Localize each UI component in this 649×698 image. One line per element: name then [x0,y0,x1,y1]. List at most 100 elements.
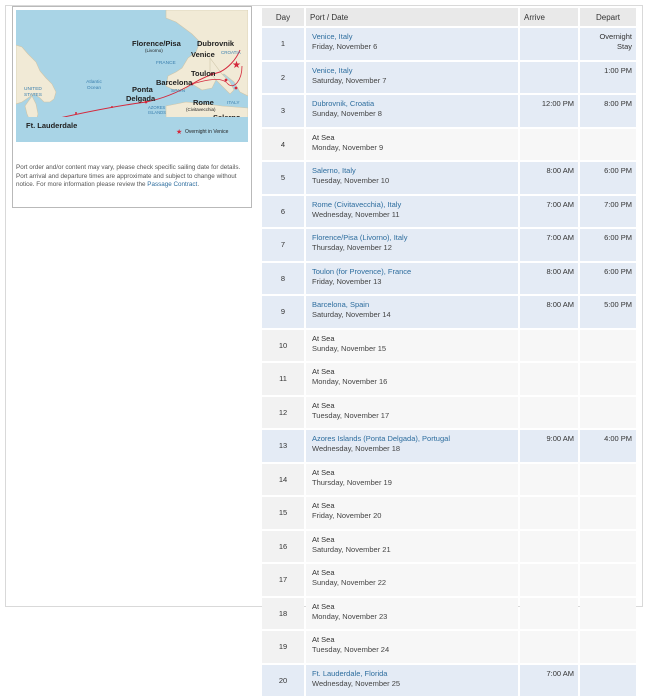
map-label-livorno: (Livorno) [145,48,163,53]
depart-time: 8:00 PM [604,99,632,108]
port-date: Saturday, November 7 [312,75,387,85]
port-link[interactable]: Salerno, Italy [312,166,513,176]
row-depart: 7:00 PM [580,195,636,227]
port-date: Thursday, November 12 [312,243,392,252]
port-date: Saturday, November 21 [312,544,391,554]
row-day: 20 [262,664,304,696]
table-header-row: Day Port / Date Arrive Depart [262,8,636,26]
table-row: 5 Salerno, Italy Tuesday, November 10 8:00 … [262,162,636,194]
table-row: 11 At Sea Monday, November 16 [262,363,636,395]
port-date: Saturday, November 14 [312,310,391,319]
row-day: 5 [262,162,304,194]
map-label-italy: ITALY [227,101,240,106]
row-day: 13 [262,430,304,462]
depart-time: 6:00 PM [604,266,632,276]
table-row: 8 Toulon (for Provence), France Friday, No… [262,262,636,294]
header-day: Day [262,8,304,26]
map-label-rome: Rome [193,98,214,107]
row-port-date: At Sea Friday, November 20 [306,497,518,529]
row-arrive [520,497,578,529]
itinerary-map-panel: ★ Florence/Pisa (Livorno) Dubrovnik Veni… [12,6,252,208]
row-port-date: At Sea Sunday, November 22 [306,564,518,596]
map-legend-star-icon: ★ [176,129,183,136]
table-row: 9 Barcelona, Spain Saturday, November 14 8:… [262,296,636,328]
port-date: Tuesday, November 24 [312,645,390,654]
row-arrive [520,530,578,562]
row-day: 10 [262,329,304,361]
itinerary-table: Day Port / Date Arrive Depart 1 Venice, I… [260,6,638,698]
row-arrive: 7:00 AM [520,195,578,227]
table-row: 14 At Sea Thursday, November 19 [262,463,636,495]
table-row: 12 At Sea Tuesday, November 17 [262,396,636,428]
table-row: 7 Florence/Pisa (Livorno), Italy Thursday,… [262,229,636,261]
row-depart [580,329,636,361]
port-date: Sunday, November 15 [312,343,387,353]
row-day: 7 [262,229,304,261]
port-date: Friday, November 13 [312,276,382,286]
port-date: Tuesday, November 10 [312,176,390,185]
port-date: Sunday, November 8 [312,109,382,118]
row-port-date: At Sea Monday, November 9 [306,128,518,160]
passage-contract-link[interactable]: Passage Contract [147,181,197,188]
port-name: At Sea [312,132,335,142]
map-label-toulon: Toulon [191,69,216,78]
depart-time: 4:00 PM [604,434,632,443]
row-port-date: Dubrovnik, Croatia Sunday, November 8 [306,95,518,127]
table-row: 17 At Sea Sunday, November 22 [262,564,636,596]
port-date: Sunday, November 22 [312,578,387,587]
port-link[interactable]: Toulon (for Provence), France [312,267,513,277]
row-depart [580,530,636,562]
table-row: 13 Azores Islands (Ponta Delgada), Portug… [262,430,636,462]
port-link[interactable]: Barcelona, Spain [312,300,513,310]
table-row: 4 At Sea Monday, November 9 [262,128,636,160]
header-depart: Depart [580,8,636,26]
row-arrive [520,128,578,160]
row-port-date: Salerno, Italy Tuesday, November 10 [306,162,518,194]
row-port-date: Venice, Italy Saturday, November 7 [306,61,518,93]
map-label-dubrovnik: Dubrovnik [197,39,235,48]
row-day: 16 [262,530,304,562]
row-arrive [520,61,578,93]
row-port-date: At Sea Saturday, November 21 [306,530,518,562]
port-date: Friday, November 20 [312,511,382,520]
map-label-spain: SPAIN [171,89,186,94]
port-link[interactable]: Azores Islands (Ponta Delgada), Portugal [312,434,513,444]
row-day: 2 [262,61,304,93]
row-day: 17 [262,564,304,596]
port-name: At Sea [312,601,335,611]
row-arrive [520,363,578,395]
port-link[interactable]: Venice, Italy [312,66,513,76]
port-link[interactable]: Venice, Italy [312,32,513,42]
table-row: 3 Dubrovnik, Croatia Sunday, November 8 12:… [262,95,636,127]
table-row: 2 Venice, Italy Saturday, November 7 1:00 P… [262,61,636,93]
route-map[interactable]: ★ Florence/Pisa (Livorno) Dubrovnik Veni… [16,10,248,129]
row-depart [580,631,636,663]
row-arrive [520,28,578,60]
port-link[interactable]: Florence/Pisa (Livorno), Italy [312,233,513,243]
row-day: 6 [262,195,304,227]
row-arrive: 9:00 AM [520,430,578,462]
port-date: Wednesday, November 18 [312,444,401,453]
map-legend-overnight: Overnight in Venice [185,129,229,135]
port-link[interactable]: Dubrovnik, Croatia [312,99,513,109]
row-arrive [520,463,578,495]
port-name: At Sea [312,467,335,477]
table-row: 15 At Sea Friday, November 20 [262,497,636,529]
row-port-date: Azores Islands (Ponta Delgada), Portugal… [306,430,518,462]
depart-time: 5:00 PM [604,300,632,309]
port-name: At Sea [312,534,335,544]
row-depart: 5:00 PM [580,296,636,328]
row-arrive: 7:00 AM [520,229,578,261]
port-date: Thursday, November 19 [312,477,392,487]
port-link[interactable]: Ft. Lauderdale, Florida [312,669,513,679]
port-date: Wednesday, November 11 [312,209,400,219]
row-port-date: Toulon (for Provence), France Friday, Nov… [306,262,518,294]
map-label-barcelona: Barcelona [156,78,193,87]
row-arrive: 8:00 AM [520,262,578,294]
table-row: 10 At Sea Sunday, November 15 [262,329,636,361]
map-label-civitavecchia: (Civitavecchia) [186,107,216,112]
row-depart [580,564,636,596]
port-link[interactable]: Rome (Civitavecchia), Italy [312,200,513,210]
row-depart [580,463,636,495]
map-label-delgada: Delgada [126,94,156,103]
